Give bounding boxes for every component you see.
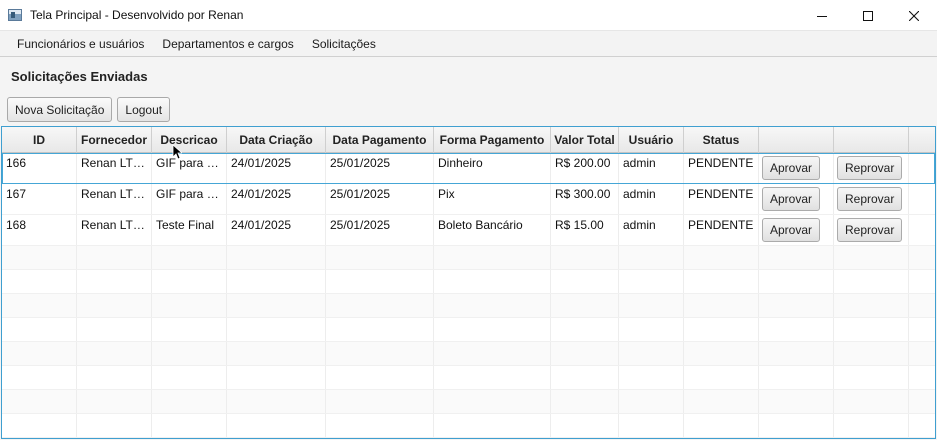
cell-id: 166 [2, 153, 77, 183]
minimize-icon [817, 15, 827, 17]
menu-departamentos[interactable]: Departamentos e cargos [153, 31, 302, 57]
cell-status: PENDENTE [684, 215, 759, 245]
cell-data-criacao: 24/01/2025 [227, 153, 326, 183]
window-app-icon [8, 9, 22, 21]
minimize-button[interactable] [799, 0, 845, 31]
approve-button[interactable]: Aprovar [762, 187, 821, 211]
cell-filler [909, 184, 935, 214]
cell-fornecedor: Renan LTDA [77, 153, 152, 183]
empty-row [2, 246, 935, 270]
column-header-fornecedor[interactable]: Fornecedor [77, 127, 152, 153]
cell-data-criacao: 24/01/2025 [227, 215, 326, 245]
reject-button[interactable]: Reprovar [837, 156, 903, 180]
page-title: Solicitações Enviadas [11, 69, 148, 84]
cell-fornecedor: Renan LTDA [77, 215, 152, 245]
cell-reprovar: Reprovar [834, 184, 909, 214]
cell-valor-total: R$ 15.00 [551, 215, 619, 245]
logout-button[interactable]: Logout [117, 97, 171, 122]
maximize-icon [863, 10, 873, 21]
column-header-data-criacao[interactable]: Data Criação [227, 127, 326, 153]
cell-aprovar: Aprovar [759, 184, 834, 214]
new-request-button[interactable]: Nova Solicitação [7, 97, 113, 122]
cell-forma-pagamento: Pix [434, 184, 551, 214]
close-icon [909, 10, 919, 21]
cell-usuario: admin [619, 153, 684, 183]
window-title: Tela Principal - Desenvolvido por Renan [30, 8, 244, 22]
reject-button[interactable]: Reprovar [837, 218, 903, 242]
mouse-cursor-icon [172, 144, 182, 160]
empty-row [2, 390, 935, 414]
table-row[interactable]: 168 Renan LTDA Teste Final 24/01/2025 25… [2, 215, 935, 246]
empty-row [2, 294, 935, 318]
cell-descricao: Teste Final [152, 215, 227, 245]
column-header-usuario[interactable]: Usuário [619, 127, 684, 153]
requests-table[interactable]: ID Fornecedor Descricao Data Criação Dat… [1, 126, 936, 439]
column-header-data-pagamento[interactable]: Data Pagamento [326, 127, 434, 153]
empty-row [2, 414, 935, 438]
approve-button[interactable]: Aprovar [762, 156, 821, 180]
cell-aprovar: Aprovar [759, 215, 834, 245]
empty-row [2, 270, 935, 294]
cell-usuario: admin [619, 215, 684, 245]
cell-aprovar: Aprovar [759, 153, 834, 183]
cell-id: 167 [2, 184, 77, 214]
empty-row [2, 318, 935, 342]
cell-reprovar: Reprovar [834, 215, 909, 245]
column-header-valor-total[interactable]: Valor Total [551, 127, 619, 153]
table-row[interactable]: 166 Renan LTDA GIF para a... 24/01/2025 … [2, 153, 935, 184]
menu-funcionarios[interactable]: Funcionários e usuários [8, 31, 153, 57]
cell-filler [909, 215, 935, 245]
cell-reprovar: Reprovar [834, 153, 909, 183]
table-body: 166 Renan LTDA GIF para a... 24/01/2025 … [2, 153, 935, 438]
menu-solicitacoes[interactable]: Solicitações [303, 31, 385, 57]
cell-id: 168 [2, 215, 77, 245]
table-row[interactable]: 167 Renan LTDA GIF para re... 24/01/2025… [2, 184, 935, 215]
cell-descricao: GIF para re... [152, 184, 227, 214]
window-controls [799, 0, 937, 31]
column-header-descricao[interactable]: Descricao [152, 127, 227, 153]
cell-filler [909, 153, 935, 183]
cell-status: PENDENTE [684, 184, 759, 214]
cell-data-pagamento: 25/01/2025 [326, 215, 434, 245]
window-titlebar: Tela Principal - Desenvolvido por Renan [0, 0, 937, 31]
column-header-filler [909, 127, 935, 153]
menu-bar: Funcionários e usuários Departamentos e … [0, 31, 937, 57]
column-header-aprovar[interactable] [759, 127, 834, 153]
empty-row [2, 342, 935, 366]
cell-valor-total: R$ 200.00 [551, 153, 619, 183]
reject-button[interactable]: Reprovar [837, 187, 903, 211]
cell-status: PENDENTE [684, 153, 759, 183]
column-header-id[interactable]: ID [2, 127, 77, 153]
cell-forma-pagamento: Boleto Bancário [434, 215, 551, 245]
empty-row [2, 366, 935, 390]
approve-button[interactable]: Aprovar [762, 218, 821, 242]
cell-forma-pagamento: Dinheiro [434, 153, 551, 183]
cell-data-pagamento: 25/01/2025 [326, 184, 434, 214]
cell-usuario: admin [619, 184, 684, 214]
toolbar: Nova Solicitação Logout [7, 97, 171, 122]
cell-descricao: GIF para a... [152, 153, 227, 183]
cell-valor-total: R$ 300.00 [551, 184, 619, 214]
close-button[interactable] [891, 0, 937, 31]
cell-data-pagamento: 25/01/2025 [326, 153, 434, 183]
column-header-status[interactable]: Status [684, 127, 759, 153]
table-header: ID Fornecedor Descricao Data Criação Dat… [2, 127, 935, 153]
column-header-forma-pagamento[interactable]: Forma Pagamento [434, 127, 551, 153]
cell-data-criacao: 24/01/2025 [227, 184, 326, 214]
cell-fornecedor: Renan LTDA [77, 184, 152, 214]
maximize-button[interactable] [845, 0, 891, 31]
column-header-reprovar[interactable] [834, 127, 909, 153]
